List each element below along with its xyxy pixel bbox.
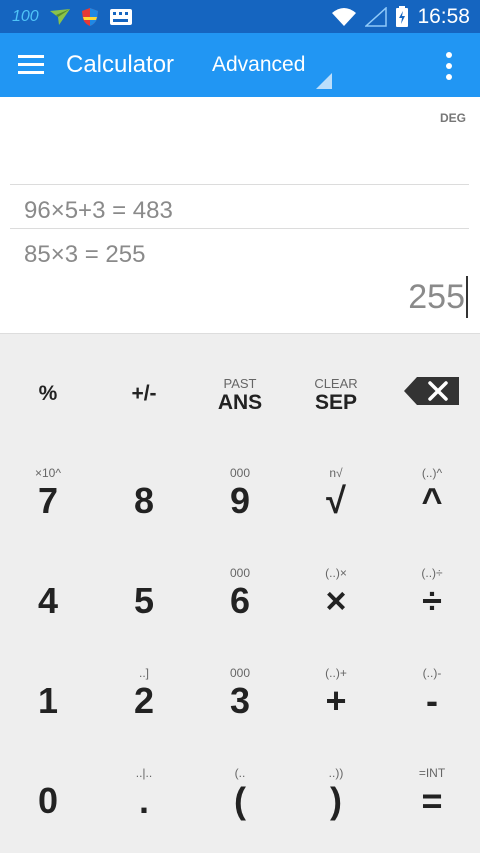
- angle-mode-indicator[interactable]: DEG: [440, 111, 466, 125]
- key-label: 1: [37, 680, 59, 721]
- key-label: ): [330, 780, 342, 821]
- key-4[interactable]: 4: [0, 534, 96, 634]
- key-sep[interactable]: CLEAR SEP: [288, 342, 384, 442]
- key-close-paren[interactable]: ..))): [288, 734, 384, 834]
- wifi-icon: [332, 7, 357, 26]
- key-label: √: [326, 480, 346, 521]
- dropdown-arrow-icon: [316, 73, 332, 89]
- more-vert-icon: [446, 52, 452, 80]
- key-label: .: [138, 780, 149, 821]
- key-secondary-label: ..]: [138, 666, 149, 680]
- battery-percent: 100: [12, 7, 39, 25]
- key-6[interactable]: 000 6: [192, 534, 288, 634]
- key-3[interactable]: 000 3: [192, 634, 288, 734]
- key-sqrt[interactable]: n√ √: [288, 434, 384, 534]
- key-equals[interactable]: =INT =: [384, 734, 480, 834]
- key-multiply[interactable]: (..)× ×: [288, 534, 384, 634]
- mode-dropdown[interactable]: Advanced: [212, 33, 334, 97]
- key-secondary-label: 000: [229, 666, 251, 680]
- key-8[interactable]: 8: [96, 434, 192, 534]
- key-9[interactable]: 000 9: [192, 434, 288, 534]
- key-power[interactable]: (..)^ ^: [384, 434, 480, 534]
- key-label: 6: [229, 580, 251, 621]
- key-label: SEP: [314, 391, 358, 414]
- key-secondary-label: ×10^: [35, 466, 61, 480]
- key-plus[interactable]: (..)+ +: [288, 634, 384, 734]
- key-secondary-label: (..)-: [422, 666, 442, 680]
- key-label: ANS: [217, 391, 263, 414]
- key-label: 0: [37, 780, 59, 821]
- key-secondary-label: n√: [329, 466, 343, 480]
- key-0[interactable]: 0: [0, 734, 96, 834]
- signal-icon: [365, 6, 388, 27]
- key-decimal[interactable]: ..|...: [96, 734, 192, 834]
- key-ans[interactable]: PAST ANS: [192, 342, 288, 442]
- divider: [10, 184, 469, 185]
- key-label: 2: [133, 680, 155, 721]
- key-label: 3: [229, 680, 251, 721]
- key-secondary-label: 000: [229, 566, 251, 580]
- shield-icon: [81, 7, 98, 26]
- current-value: 255: [408, 277, 465, 316]
- key-label: ×: [325, 580, 347, 621]
- overflow-menu-button[interactable]: [444, 51, 454, 81]
- key-label: +: [325, 680, 347, 721]
- key-secondary-label: (..: [234, 766, 246, 780]
- key-percent[interactable]: %: [0, 342, 96, 442]
- key-label: (: [234, 780, 246, 821]
- menu-button[interactable]: [14, 49, 48, 81]
- key-secondary-label: (..)÷: [421, 566, 443, 580]
- key-label: 8: [133, 480, 155, 521]
- app-title: Calculator: [66, 51, 175, 78]
- key-plus-minus[interactable]: +/-: [96, 342, 192, 442]
- backspace-icon: [404, 377, 459, 405]
- key-label: 5: [133, 580, 155, 621]
- key-secondary-label: CLEAR: [314, 376, 358, 391]
- key-label: %: [38, 382, 58, 405]
- key-secondary-label: ..)): [328, 766, 344, 780]
- status-bar: 100 16:58: [0, 0, 480, 33]
- key-7[interactable]: ×10^ 7: [0, 434, 96, 534]
- key-label: ^: [421, 480, 443, 521]
- key-label: 4: [37, 580, 59, 621]
- history-entry[interactable]: 85×3 = 255: [24, 241, 145, 269]
- key-secondary-label: (..)^: [421, 466, 443, 480]
- key-secondary-label: PAST: [223, 376, 257, 391]
- text-caret: [466, 276, 468, 318]
- key-backspace[interactable]: [384, 342, 480, 442]
- key-label: 7: [37, 480, 59, 521]
- key-secondary-label: (..)+: [325, 666, 347, 680]
- key-divide[interactable]: (..)÷ ÷: [384, 534, 480, 634]
- key-label: 9: [229, 480, 251, 521]
- key-label: -: [426, 680, 438, 721]
- mode-label: Advanced: [212, 53, 306, 76]
- key-secondary-label: ..|..: [135, 766, 153, 780]
- paper-plane-icon: [49, 8, 70, 25]
- key-secondary-label: 000: [229, 466, 251, 480]
- keypad: % +/- PAST ANS CLEAR SEP ×10^ 7 8 000 9 n√ √ (..)^ ^ 4 5…: [0, 334, 480, 853]
- key-2[interactable]: ..] 2: [96, 634, 192, 734]
- key-secondary-label: =INT: [418, 766, 446, 780]
- key-1[interactable]: 1: [0, 634, 96, 734]
- keyboard-icon: [109, 8, 132, 25]
- key-5[interactable]: 5: [96, 534, 192, 634]
- history-entry[interactable]: 96×5+3 = 483: [24, 197, 173, 225]
- key-open-paren[interactable]: (..(: [192, 734, 288, 834]
- current-input[interactable]: 255: [408, 275, 468, 319]
- hamburger-menu-icon: [18, 55, 44, 74]
- key-minus[interactable]: (..)- -: [384, 634, 480, 734]
- key-label: ÷: [422, 580, 442, 621]
- battery-icon: [396, 5, 409, 27]
- key-secondary-label: (..)×: [325, 566, 347, 580]
- divider: [10, 228, 469, 229]
- calculator-display: DEG 96×5+3 = 483 85×3 = 255 255: [0, 97, 480, 334]
- app-bar: Calculator Advanced: [0, 33, 480, 97]
- key-label: =: [421, 780, 443, 821]
- key-label: +/-: [131, 382, 157, 405]
- clock: 16:58: [417, 4, 470, 28]
